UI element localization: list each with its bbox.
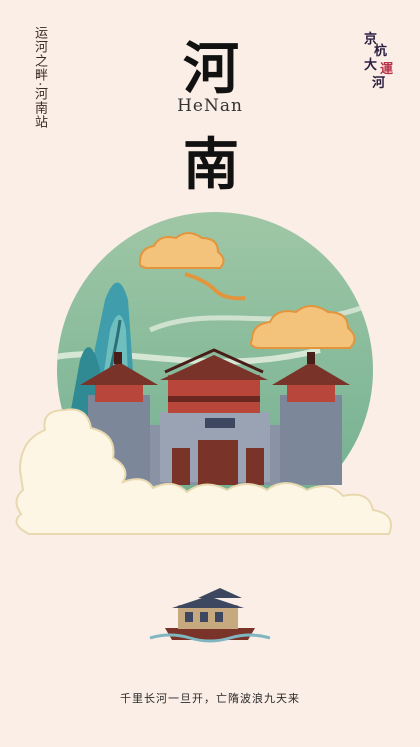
poem-caption: 千里长河一旦开，亡隋波浪九天来 <box>120 692 300 705</box>
illustration <box>15 212 392 643</box>
poster: 运河之畔·河南站 京 杭 大 運 河 河 HeNan 南 千里长河一旦开，亡隋波… <box>0 0 420 747</box>
boat-illustration <box>149 588 271 643</box>
